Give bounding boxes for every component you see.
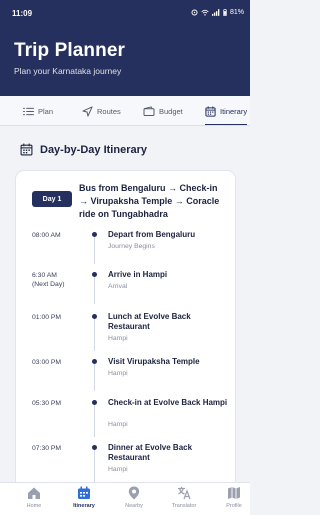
timeline-line [94, 274, 95, 304]
main-content[interactable]: Day-by-Day Itinerary Day 1 Bus from Beng… [0, 126, 250, 482]
nav-profile-label: Profile [226, 503, 242, 509]
top-tab-bar: Plan Routes Budget Itinerary [0, 96, 250, 126]
battery-icon [222, 9, 227, 16]
day-card: Day 1 Bus from Bengaluru → Check-in → Vi… [15, 170, 236, 482]
event-title: Depart from Bengaluru [108, 230, 196, 239]
list-icon [23, 107, 34, 115]
nav-nearby-label: Nearby [125, 503, 143, 509]
event-time: 6:30 AM (Next Day) [32, 272, 64, 289]
event-subtitle: Hampi [108, 466, 128, 473]
app-header: 11:09 81% Trip Planner Plan your Karnata… [0, 0, 250, 96]
wifi-icon [201, 9, 209, 16]
timeline-dot [92, 400, 97, 405]
event-subtitle: Hampi [108, 335, 128, 342]
nav-itinerary-label: Itinerary [73, 503, 95, 509]
timeline-dot [92, 232, 97, 237]
tab-itinerary[interactable]: Itinerary [205, 96, 248, 125]
day-badge: Day 1 [32, 191, 72, 207]
timeline-line [94, 402, 95, 437]
timeline-dot [92, 272, 97, 277]
tab-routes[interactable]: Routes [82, 96, 121, 125]
tab-itinerary-label: Itinerary [220, 106, 248, 116]
tab-budget-label: Budget [159, 106, 183, 116]
timeline-line [94, 316, 95, 351]
event-title: Arrive in Hampi [108, 270, 168, 279]
location-pin-icon [128, 486, 140, 500]
navigation-arrow-icon [82, 105, 93, 117]
timeline-dot [92, 445, 97, 450]
nav-nearby[interactable]: Nearby [109, 486, 159, 509]
event-subtitle: Hampi [108, 421, 128, 428]
event-subtitle: Hampi [108, 370, 128, 377]
section-header: Day-by-Day Itinerary [20, 143, 147, 156]
tab-budget[interactable]: Budget [143, 96, 183, 125]
event-time: 05:30 PM [32, 400, 62, 407]
event-title: Visit Virupaksha Temple [108, 357, 200, 366]
page-title: Trip Planner [14, 40, 126, 61]
event-subtitle: Arrival [108, 283, 128, 290]
timeline-line [94, 361, 95, 391]
event-time: 08:00 AM [32, 232, 61, 239]
event-time-value: 6:30 AM [32, 272, 57, 279]
nav-home[interactable]: Home [9, 486, 59, 509]
event-title: Check-in at Evolve Back Hampi [108, 398, 228, 407]
status-icons: 81% [191, 9, 244, 16]
nav-profile[interactable]: Profile [209, 486, 259, 509]
nav-home-label: Home [26, 503, 42, 509]
translate-icon [178, 486, 191, 500]
event-title: Dinner at Evolve Back Restaurant [108, 443, 193, 462]
timeline-dot [92, 314, 97, 319]
page-subtitle: Plan your Karnataka journey [14, 66, 122, 76]
event-time-note: (Next Day) [32, 280, 65, 288]
event-subtitle: Journey Begins [108, 243, 155, 250]
bottom-navigation: Home Itinerary Nearby Translator Profile [0, 482, 250, 515]
event-time: 01:00 PM [32, 314, 62, 321]
event-time: 03:00 PM [32, 359, 62, 366]
map-icon [228, 487, 240, 499]
calendar-icon [205, 105, 216, 117]
timeline-dot [92, 359, 97, 364]
tab-plan[interactable]: Plan [23, 96, 54, 125]
status-bar: 11:09 81% [0, 8, 250, 22]
tab-routes-label: Routes [97, 106, 121, 116]
signal-icon [211, 9, 220, 16]
battery-level: 81% [229, 9, 244, 16]
section-title: Day-by-Day Itinerary [40, 143, 147, 156]
timeline-line [94, 234, 95, 264]
tab-plan-label: Plan [38, 106, 54, 116]
status-time: 11:09 [12, 9, 33, 18]
home-icon [28, 487, 40, 499]
event-time: 07:30 PM [32, 445, 62, 452]
wallet-icon [143, 106, 155, 116]
calendar-icon [20, 143, 33, 156]
day-route: Bus from Bengaluru → Check-in → Virupaks… [79, 183, 220, 219]
nav-translator-label: Translator [171, 503, 197, 509]
itinerary-icon [78, 486, 90, 499]
event-title: Lunch at Evolve Back Restaurant [108, 312, 191, 331]
alarm-icon [191, 9, 198, 16]
timeline-line [94, 447, 95, 482]
nav-itinerary[interactable]: Itinerary [59, 486, 109, 509]
nav-translator[interactable]: Translator [159, 486, 209, 509]
